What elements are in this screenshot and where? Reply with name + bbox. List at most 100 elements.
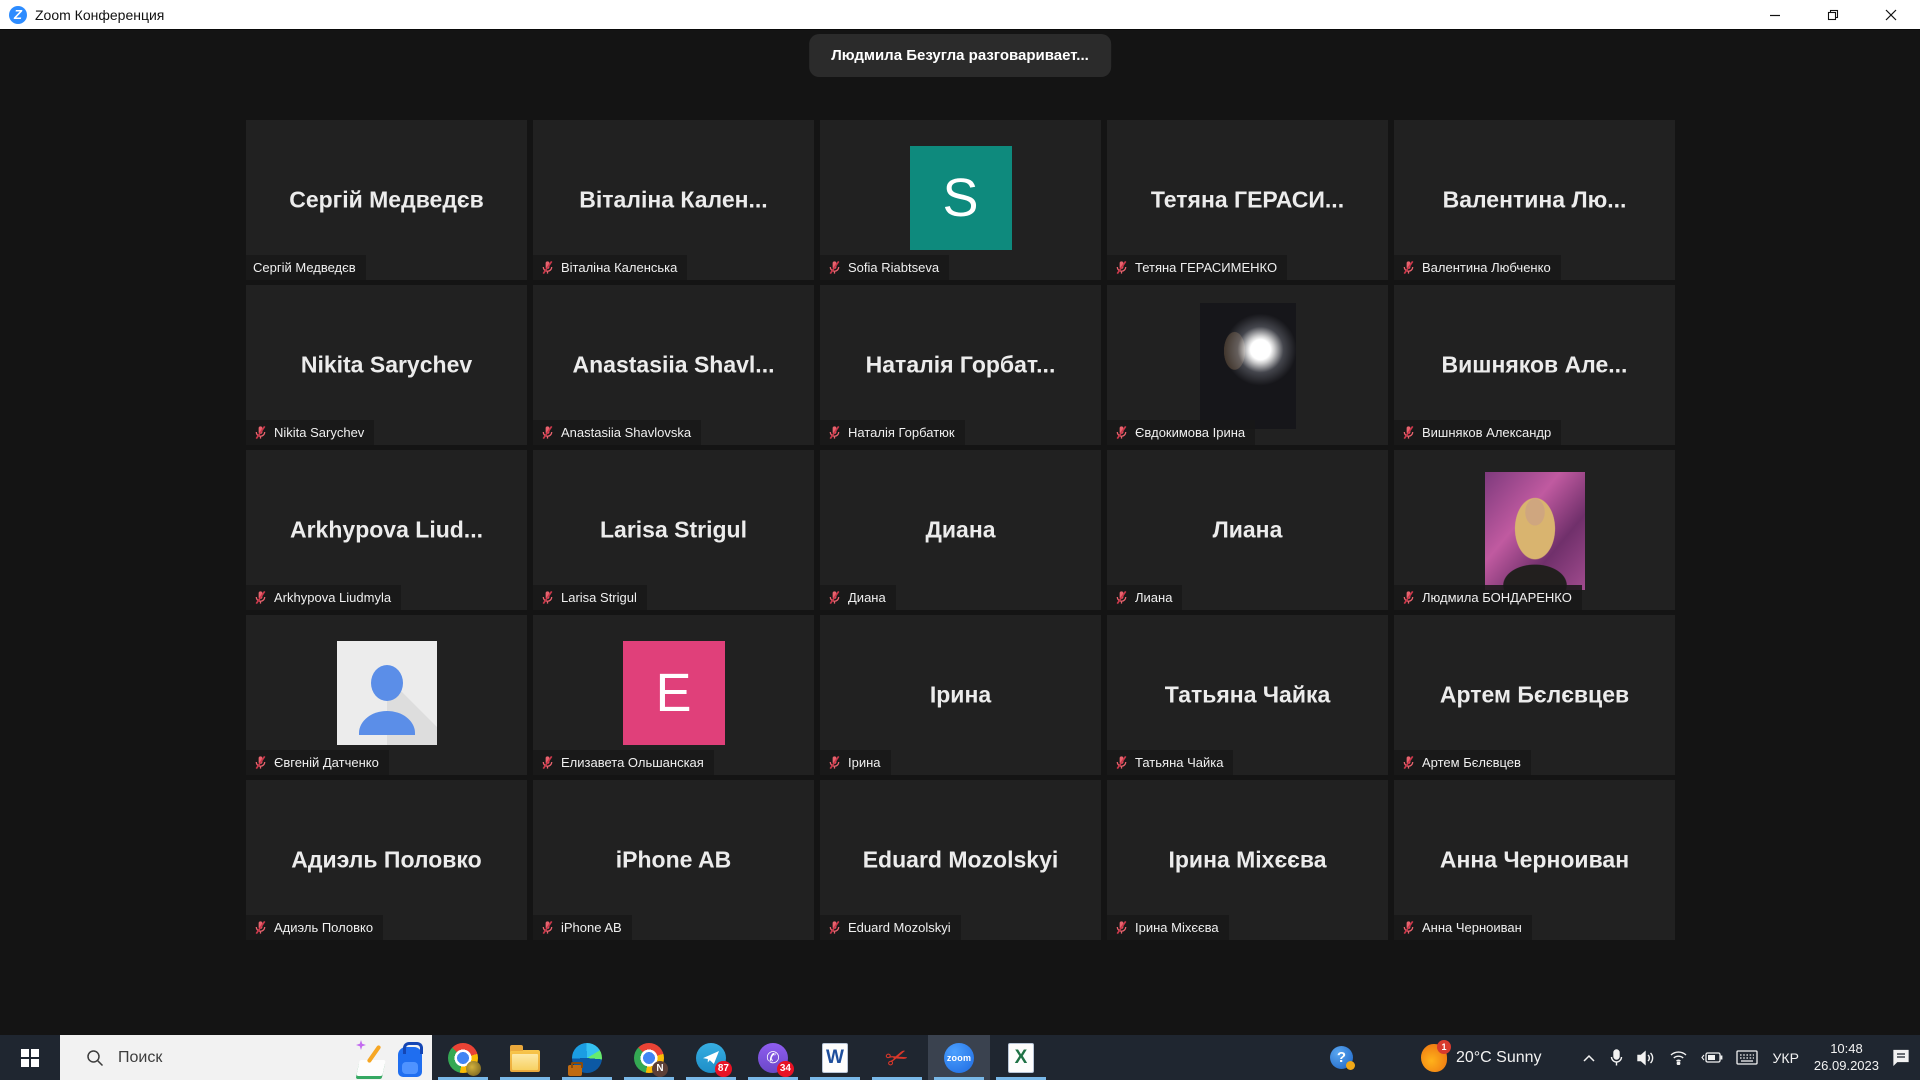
taskbar-clock[interactable]: 10:48 26.09.2023 [1814,1041,1879,1075]
taskbar-app-microsoft-word[interactable]: W [804,1035,866,1080]
participant-tile[interactable]: Євдокимова Ірина [1107,285,1388,445]
touch-keyboard-icon[interactable] [1736,1050,1758,1065]
microphone-icon[interactable] [1609,1049,1624,1067]
participant-tile[interactable]: Наталія Горбат...Наталія Горбатюк [820,285,1101,445]
person-silhouette-avatar [337,641,437,745]
participant-tile[interactable]: Сергій МедведєвСергій Медведєв [246,120,527,280]
participant-tile[interactable]: Anastasiia Shavl... Anastasiia Shavlovska [533,285,814,445]
taskbar-app-chrome-profile-2[interactable]: N [618,1035,680,1080]
close-button[interactable] [1862,0,1920,29]
muted-mic-icon [827,425,842,440]
microsoft-excel-icon: X [1008,1043,1034,1073]
participant-tile[interactable]: Nikita SarychevNikita Sarychev [246,285,527,445]
participant-nameplate: Євдокимова Ірина [1107,420,1255,445]
participant-tile[interactable]: Адиэль Половко Адиэль Половко [246,780,527,940]
participant-tile[interactable]: iPhone ABiPhone AB [533,780,814,940]
participant-nameplate: Диана [820,585,896,610]
participant-video [1200,303,1296,429]
taskbar-search[interactable]: Поиск [60,1035,432,1080]
microsoft-word-glyph: W [826,1047,844,1069]
start-button[interactable] [0,1035,60,1080]
participant-display-name: Татьяна Чайка [1107,682,1388,709]
weather-icon: 1 [1421,1044,1447,1072]
screenshot-tool-glyph: ✂ [881,1039,912,1075]
participant-name-label: Anastasiia Shavlovska [561,425,691,440]
participant-name-label: Arkhypova Liudmyla [274,590,391,605]
participant-tile[interactable]: Татьяна ЧайкаТатьяна Чайка [1107,615,1388,775]
participant-nameplate: Лиана [1107,585,1182,610]
participant-display-name: iPhone AB [533,847,814,874]
participant-name-label: Eduard Mozolskyi [848,920,951,935]
taskbar-app-telegram[interactable]: 87 [680,1035,742,1080]
muted-mic-icon [1401,590,1416,605]
hidden-icons-chevron[interactable] [1582,1053,1596,1063]
participant-tile[interactable]: Eduard MozolskyiEduard Mozolskyi [820,780,1101,940]
participant-name-label: Віталіна Каленська [561,260,677,275]
language-indicator[interactable]: УКР [1771,1050,1801,1066]
taskbar-app-chrome-profile-1[interactable] [432,1035,494,1080]
participant-nameplate: Валентина Любченко [1394,255,1561,280]
participant-tile[interactable]: ЛианаЛиана [1107,450,1388,610]
restore-button[interactable] [1804,0,1862,29]
edge-briefcase-overlay [568,1065,582,1076]
minimize-button[interactable] [1746,0,1804,29]
participant-tile[interactable]: E Елизавета Ольшанская [533,615,814,775]
participant-name-label: Євдокимова Ірина [1135,425,1245,440]
search-highlight-art[interactable] [356,1036,426,1080]
participant-display-name: Адиэль Половко [246,847,527,874]
taskbar-app-viber[interactable]: ✆34 [742,1035,804,1080]
participant-tile[interactable]: Ірина МіхєєваІрина Міхєєва [1107,780,1388,940]
participant-display-name: Anastasiia Shavl... [533,352,814,379]
participant-tile[interactable]: Валентина Лю... Валентина Любченко [1394,120,1675,280]
participant-nameplate: Елизавета Ольшанская [533,750,714,775]
muted-mic-icon [1114,920,1129,935]
participant-name-label: Артем Бєлєвцев [1422,755,1521,770]
zoom-glyph: zoom [947,1053,971,1063]
participant-nameplate: Євгеній Датченко [246,750,389,775]
participant-nameplate: Nikita Sarychev [246,420,374,445]
participant-tile[interactable]: ДианаДиана [820,450,1101,610]
participant-tile[interactable]: Анна Черноиван Анна Черноиван [1394,780,1675,940]
participant-display-name: Тетяна ГЕРАСИ... [1107,187,1388,214]
muted-mic-icon [827,920,842,935]
participant-display-name: Вишняков Але... [1394,352,1675,379]
windows-logo-icon [21,1049,39,1067]
participant-tile[interactable]: Євгеній Датченко [246,615,527,775]
microsoft-excel-glyph: X [1015,1047,1028,1069]
participant-name-label: Наталія Горбатюк [848,425,955,440]
wifi-icon[interactable] [1669,1050,1688,1065]
participant-display-name: Віталіна Кален... [533,187,814,214]
microsoft-edge-icon [572,1043,602,1073]
participant-display-name: Анна Черноиван [1394,847,1675,874]
participant-display-name: Валентина Лю... [1394,187,1675,214]
taskbar-app-file-explorer[interactable] [494,1035,556,1080]
weather-widget[interactable]: 1 20°C Sunny [1421,1044,1542,1072]
participant-name-label: Лиана [1135,590,1172,605]
taskbar-app-screenshot-tool[interactable]: ✂ [866,1035,928,1080]
participant-tile[interactable]: Віталіна Кален... Віталіна Каленська [533,120,814,280]
speaker-icon[interactable] [1637,1050,1656,1066]
muted-mic-icon [827,260,842,275]
participant-tile[interactable]: ІринаІрина [820,615,1101,775]
weather-text: 20°C Sunny [1456,1049,1542,1067]
taskbar-app-microsoft-excel[interactable]: X [990,1035,1052,1080]
participant-tile[interactable]: Тетяна ГЕРАСИ...Тетяна ГЕРАСИМЕНКО [1107,120,1388,280]
muted-mic-icon [1114,260,1129,275]
battery-icon[interactable] [1701,1051,1723,1064]
letter-avatar: E [623,641,725,745]
help-icon[interactable]: ? [1330,1046,1353,1069]
notification-badge: 87 [715,1061,732,1077]
participant-tile[interactable]: Arkhypova Liud...Arkhypova Liudmyla [246,450,527,610]
action-center-icon[interactable] [1892,1049,1910,1066]
participant-tile[interactable]: Артем БєлєвцевАртем Бєлєвцев [1394,615,1675,775]
participant-tile[interactable]: Вишняков Але...Вишняков Александр [1394,285,1675,445]
participant-tile[interactable]: Larisa StrigulLarisa Strigul [533,450,814,610]
profile-photo-avatar [1485,472,1585,590]
participant-tile[interactable]: Людмила БОНДАРЕНКО [1394,450,1675,610]
taskbar-app-zoom[interactable]: zoom [928,1035,990,1080]
participant-name-label: Адиэль Половко [274,920,373,935]
taskbar-app-microsoft-edge[interactable] [556,1035,618,1080]
participant-name-label: Анна Черноиван [1422,920,1522,935]
participant-tile[interactable]: SSofia Riabtseva [820,120,1101,280]
meeting-content: Людмила Безугла разговаривает... Сергій … [0,30,1920,1035]
